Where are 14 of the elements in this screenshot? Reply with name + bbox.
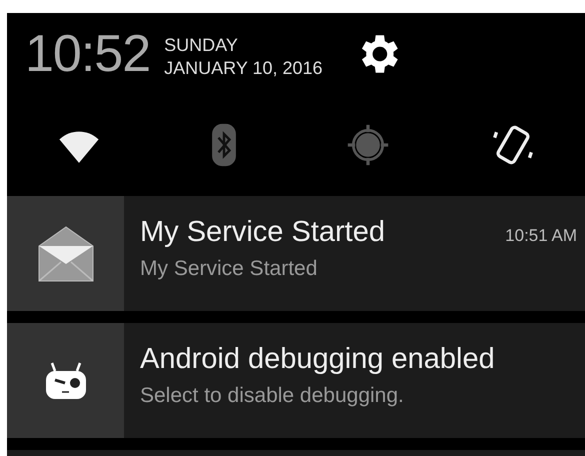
location-icon[interactable] <box>346 123 390 167</box>
notification-title: Android debugging enabled <box>140 343 495 376</box>
robot-head-icon <box>44 360 88 400</box>
notification-card[interactable]: Android debugging enabled Select to disable debugging. <box>7 323 585 438</box>
clock-time: 10:52 <box>25 24 150 84</box>
notification-title: My Service Started <box>140 216 385 249</box>
notification-card[interactable]: My Service Started 10:51 AM My Service Started <box>7 196 585 311</box>
notification-text: My Service Started <box>140 257 318 281</box>
rotation-icon[interactable] <box>490 123 535 167</box>
envelope-icon <box>38 226 94 282</box>
notification-text: Select to disable debugging. <box>140 384 405 408</box>
notification-time: 10:51 AM <box>505 226 577 246</box>
date: JANUARY 10, 2016 <box>164 57 323 80</box>
weekday: SUNDAY <box>164 34 239 57</box>
